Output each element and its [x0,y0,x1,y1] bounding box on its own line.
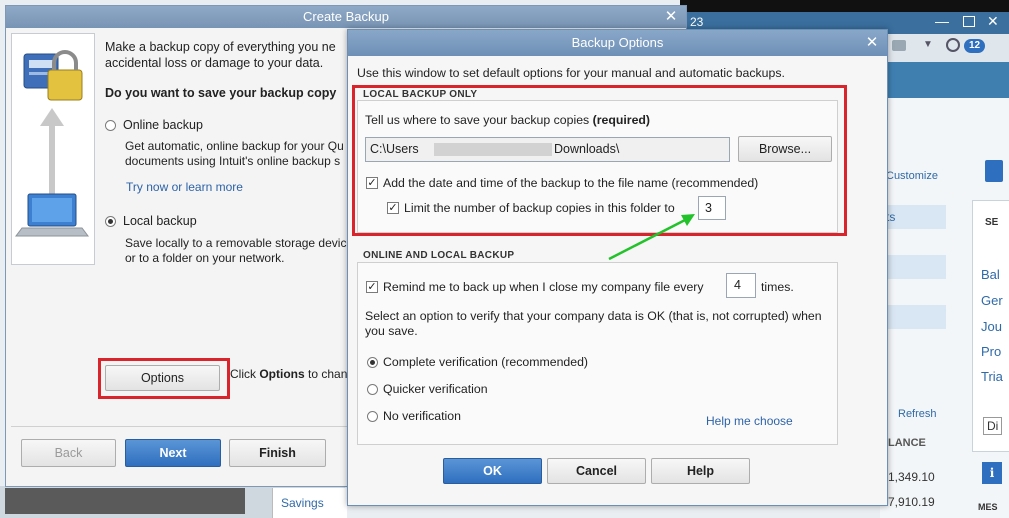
right-panel-item[interactable]: Di [983,417,1003,435]
arrow-shaft [608,217,688,261]
back-button[interactable]: Back [21,439,116,467]
verify-text: you save. [365,324,418,338]
local-backup-label[interactable]: Local backup [123,214,197,228]
savings-label: Savings [281,496,324,510]
background-title-fragment: 23 [690,15,704,29]
options-hint-pre: Click [230,367,260,381]
cancel-button[interactable]: Cancel [547,458,646,484]
complete-verification-label[interactable]: Complete verification (recommended) [383,355,588,369]
online-backup-desc: Get automatic, online backup for your Qu [125,139,344,153]
backup-options-titlebar: Backup Options [348,30,887,56]
background-right-panel: SE Bal Ger Jou Pro Tria Di [972,200,1009,452]
backup-illustration-graphic [15,50,89,237]
right-panel-item: SE [985,217,999,228]
backup-question: Do you want to save your backup copy [105,86,337,100]
background-header-strip [880,62,1009,98]
no-verification-label[interactable]: No verification [383,409,461,423]
online-backup-label[interactable]: Online backup [123,118,203,132]
close-icon[interactable]: ✕ [865,30,879,56]
list-row [880,305,946,329]
intro-line: accidental loss or damage to your data. [105,56,324,70]
chat-icon[interactable] [892,40,906,51]
create-backup-titlebar: Create Backup [6,6,686,28]
local-backup-radio[interactable] [105,216,116,227]
right-panel-item[interactable]: Pro [981,344,1001,359]
footer-separator [11,426,347,427]
balance-value: 1,349.10 [888,470,935,484]
clock-icon[interactable] [946,38,960,52]
no-verification-radio[interactable] [367,411,378,422]
options-hint-bold: Options [259,367,305,381]
backup-illustration [11,33,95,265]
right-panel-bottom: MES [978,502,998,512]
remind-count-input[interactable]: 4 [726,273,756,298]
right-panel-item[interactable]: Jou [981,319,1002,334]
list-row: ts [880,205,946,229]
report-icon[interactable] [985,160,1003,182]
online-backup-radio[interactable] [105,120,116,131]
ok-button[interactable]: OK [443,458,542,484]
right-panel-item[interactable]: Tria [981,369,1003,384]
right-panel-item[interactable]: Bal [981,267,1000,282]
local-backup-desc: or to a folder on your network. [125,251,285,265]
backup-options-dialog: Backup Options ✕ Use this window to set … [347,29,888,506]
try-now-link[interactable]: Try now or learn more [126,180,243,194]
dialog-intro: Use this window to set default options f… [357,66,785,80]
options-hint: Click Options to chan [230,367,347,381]
refresh-link[interactable]: Refresh [898,408,937,420]
savings-row[interactable]: Savings [272,488,347,518]
remind-suffix: times. [761,280,794,294]
close-icon[interactable]: ✕ [664,6,678,28]
balance-value: 7,910.19 [888,495,935,509]
intro-line: Make a backup copy of everything you ne [105,40,336,54]
green-arrow-annotation [608,214,695,261]
help-me-choose-link[interactable]: Help me choose [706,414,793,428]
balance-header: LANCE [888,437,926,449]
quicker-verification-radio[interactable] [367,384,378,395]
local-backup-desc: Save locally to a removable storage devi… [125,236,347,250]
options-button[interactable]: Options [105,365,220,391]
next-button[interactable]: Next [125,439,221,467]
list-row [880,255,946,279]
options-hint-post: to chan [304,367,348,381]
finish-button[interactable]: Finish [229,439,326,467]
online-backup-desc: documents using Intuit's online backup s [125,154,341,168]
maximize-icon[interactable] [963,16,975,27]
help-button[interactable]: Help [651,458,750,484]
remind-checkbox[interactable]: ✓ [366,281,378,293]
customize-link[interactable]: Customize [886,170,938,182]
info-icon[interactable]: i [982,462,1002,484]
quicker-verification-label[interactable]: Quicker verification [383,382,488,396]
remind-label[interactable]: Remind me to back up when I close my com… [383,280,704,294]
notification-badge[interactable]: 12 [964,39,986,53]
create-backup-title: Create Backup [303,9,389,24]
minimize-icon[interactable]: — [935,13,949,29]
background-bottom-panel [5,488,245,514]
backup-options-title: Backup Options [571,35,664,50]
right-panel-item[interactable]: Ger [981,293,1003,308]
complete-verification-radio[interactable] [367,357,378,368]
close-icon[interactable]: ✕ [987,13,999,30]
online-local-group-title: ONLINE AND LOCAL BACKUP [363,250,515,261]
local-backup-highlight-box [352,85,847,236]
chevron-down-icon[interactable]: ▼ [923,39,933,50]
verify-text: Select an option to verify that your com… [365,309,822,323]
